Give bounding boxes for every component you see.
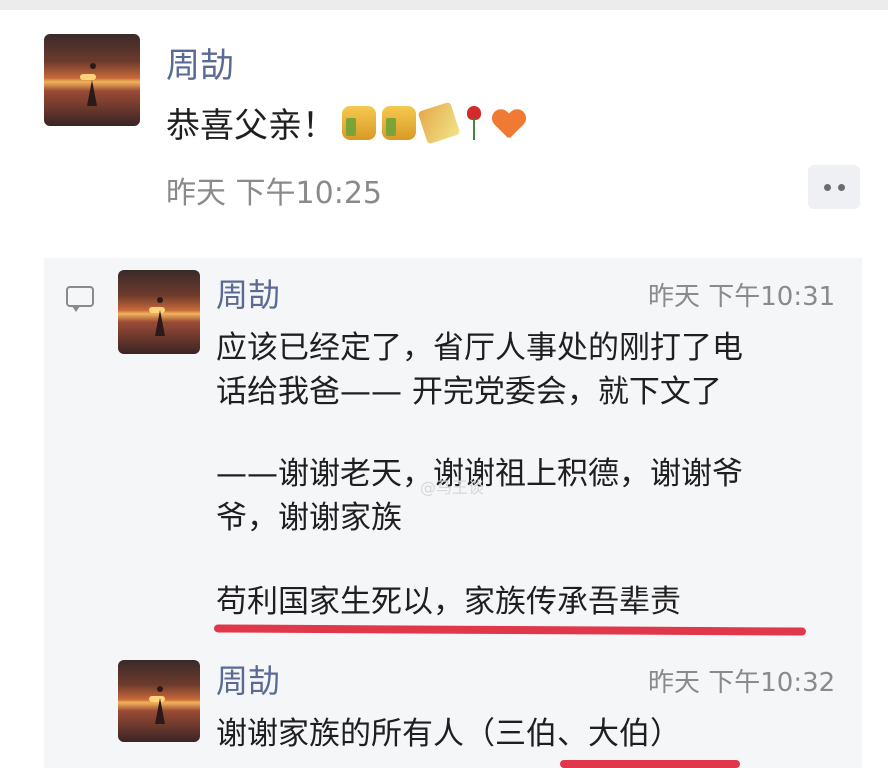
comment-avatar[interactable] xyxy=(118,660,200,742)
more-dot-icon xyxy=(824,184,831,191)
avatar-bird-icon xyxy=(157,686,164,693)
comment-time: 昨天 下午10:32 xyxy=(648,668,836,698)
comment-line: 爷，谢谢家族 xyxy=(216,500,402,536)
post-author[interactable]: 周劼 xyxy=(166,38,234,87)
thumbs-up-icon xyxy=(382,105,416,140)
avatar-pagoda-icon xyxy=(154,309,165,336)
avatar-pagoda-icon xyxy=(154,697,165,724)
comment-line: 话给我爸—— 开完党委会，就下文了 xyxy=(216,374,722,410)
watermark: @马王谈 xyxy=(420,478,485,497)
comment-time: 昨天 下午10:31 xyxy=(648,282,836,312)
comment-avatar[interactable] xyxy=(118,270,200,354)
comment-author[interactable]: 周劼 xyxy=(216,270,280,316)
thumbs-up-icon xyxy=(342,105,376,140)
comment-author[interactable]: 周劼 xyxy=(216,656,280,702)
red-underline-mark xyxy=(560,760,740,768)
more-button[interactable] xyxy=(808,165,860,209)
orange-heart-icon xyxy=(492,106,526,140)
post-avatar[interactable] xyxy=(44,34,140,126)
comment-line: 谢谢家族的所有人（三伯、大伯） xyxy=(216,716,681,752)
rose-icon xyxy=(462,105,486,140)
comment-bubble-icon xyxy=(66,286,94,312)
post-timestamp: 昨天 下午10:25 xyxy=(166,176,382,211)
post-text-row: 恭喜父亲！ xyxy=(166,98,526,147)
avatar-bird-icon xyxy=(157,296,164,303)
party-popper-icon xyxy=(417,101,461,144)
comment-line: 苟利国家生死以，家族传承吾辈责 xyxy=(216,584,681,620)
avatar-bird-icon xyxy=(90,63,97,70)
post-text: 恭喜父亲！ xyxy=(166,106,336,146)
more-dot-icon xyxy=(838,184,845,191)
comment-line: 应该已经定了，省厅人事处的刚打了电 xyxy=(216,330,743,366)
top-divider xyxy=(0,0,888,10)
avatar-pagoda-icon xyxy=(87,79,98,106)
